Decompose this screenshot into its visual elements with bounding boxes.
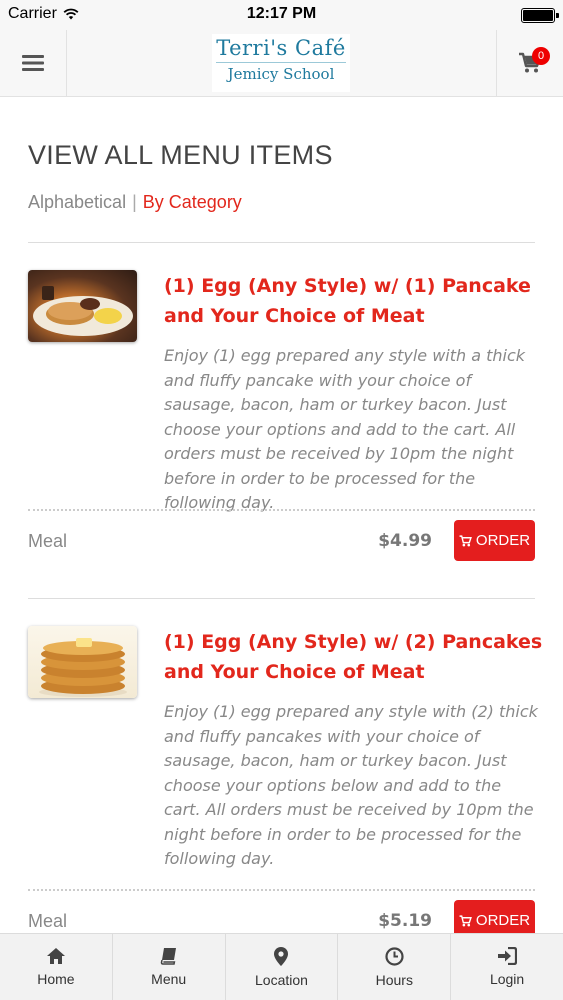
nav-menu[interactable]: Menu [113, 934, 226, 1000]
item-description: Enjoy (1) egg prepared any style with (2… [164, 702, 538, 868]
item-separator [28, 509, 535, 511]
book-icon [160, 948, 176, 965]
cart-button[interactable]: 0 [496, 30, 563, 96]
nav-location[interactable]: Location [226, 934, 339, 1000]
sort-alphabetical-link[interactable]: Alphabetical [28, 192, 126, 212]
status-bar: Carrier 12:17 PM [0, 0, 563, 30]
food-plate-image [33, 286, 133, 336]
order-button-label: ORDER [475, 532, 531, 549]
order-button[interactable]: ORDER [454, 520, 535, 561]
nav-location-label: Location [255, 971, 308, 988]
nav-hours-label: Hours [375, 971, 413, 988]
item-type: Meal [28, 911, 68, 931]
item-description: Enjoy (1) egg prepared any style with a … [164, 346, 526, 512]
logo-subtitle: Jemicy School [216, 62, 346, 85]
item-title[interactable]: (1) Egg (Any Style) w/ (2) Pancakes and … [164, 627, 544, 687]
cart-icon [459, 534, 472, 546]
item-price: $4.99 [378, 531, 432, 551]
nav-home-label: Home [37, 971, 75, 987]
bottom-nav: Home Menu Location Hours Login [0, 933, 563, 1000]
nav-home[interactable]: Home [0, 934, 113, 1000]
battery-icon [521, 8, 559, 23]
cart-count-badge: 0 [532, 47, 550, 65]
item-image[interactable] [28, 626, 137, 698]
map-pin-icon [274, 946, 289, 966]
sign-in-icon [498, 947, 518, 965]
item-price: $5.19 [378, 911, 432, 931]
item-type: Meal [28, 531, 68, 551]
nav-menu-label: Menu [151, 971, 187, 987]
menu-button[interactable] [0, 30, 67, 96]
sort-options: Alphabetical | By Category [28, 192, 242, 213]
nav-hours[interactable]: Hours [338, 934, 452, 1000]
sort-by-category-link[interactable]: By Category [143, 192, 242, 212]
nav-login-label: Login [489, 971, 525, 987]
app-header: Terri's Café Jemicy School 0 [0, 30, 563, 97]
item-image[interactable] [28, 270, 137, 342]
divider [28, 242, 535, 243]
pancake-stack-image [39, 638, 127, 697]
cart-icon [459, 914, 472, 926]
order-button-label: ORDER [475, 912, 531, 929]
sort-separator: | [132, 192, 137, 212]
home-icon [46, 948, 65, 964]
nav-login[interactable]: Login [451, 934, 563, 1000]
logo-title: Terri's Café [216, 36, 346, 60]
clock-icon [385, 946, 404, 966]
cafe-logo[interactable]: Terri's Café Jemicy School [212, 34, 350, 92]
item-title[interactable]: (1) Egg (Any Style) w/ (1) Pancake and Y… [164, 271, 544, 331]
divider [28, 598, 535, 599]
hamburger-icon [22, 55, 44, 71]
item-separator [28, 889, 535, 891]
page-title: VIEW ALL MENU ITEMS [28, 140, 333, 170]
status-time: 12:17 PM [246, 5, 317, 22]
